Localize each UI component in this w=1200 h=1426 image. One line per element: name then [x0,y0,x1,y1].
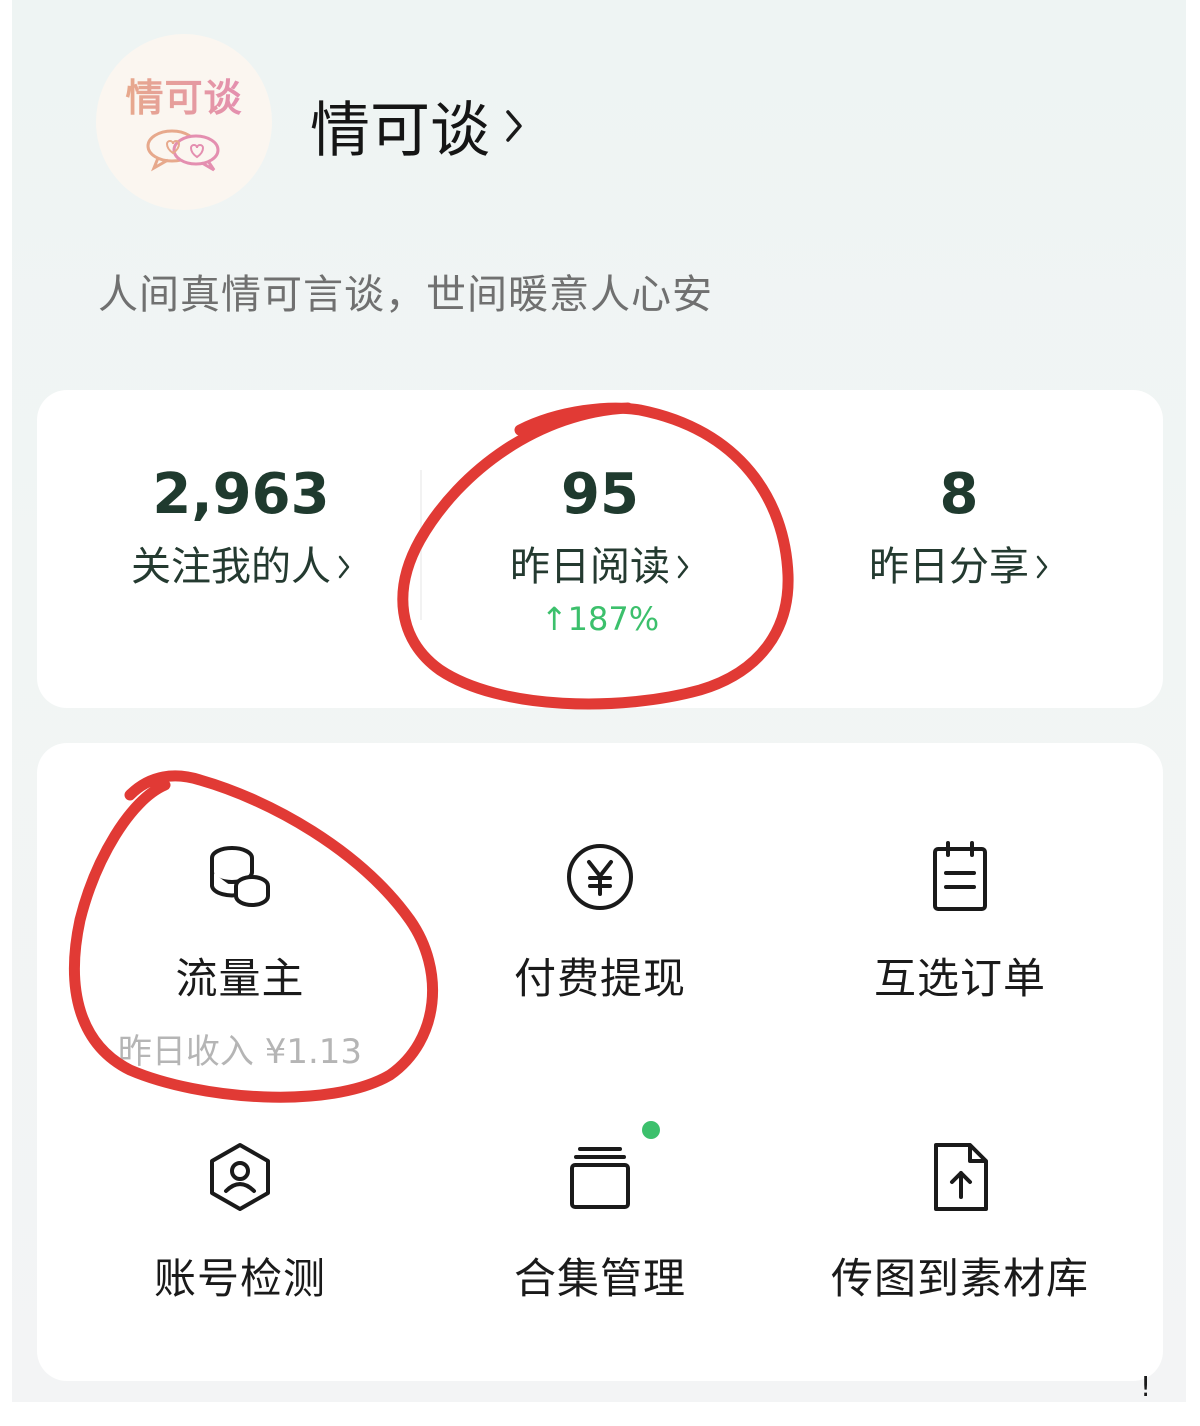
tool-upload-to-library[interactable]: 传图到素材库 [780,1141,1140,1306]
stat-growth-badge: ↑187% [540,600,660,638]
tool-icon-wrap [780,841,1140,913]
file-upload-icon [934,1143,988,1211]
stat-followers[interactable]: 2,963 关注我的人 [61,460,421,602]
screenshot-frame-bottom [0,1402,1200,1426]
tool-label: 合集管理 [513,1254,686,1303]
tool-icon-wrap [420,841,780,913]
chat-bubbles-icon [146,129,220,171]
tool-label: 流量主 [175,954,305,1003]
profile-name: 情可谈 [310,96,490,166]
stat-value: 8 [939,462,979,527]
tool-label: 互选订单 [873,954,1046,1003]
stat-label-row: 昨日阅读 [420,532,780,602]
avatar[interactable]: 情可谈 [96,34,272,210]
coins-icon [210,846,270,907]
chevron-right-icon [338,555,350,579]
tool-label: 传图到素材库 [830,1254,1089,1303]
tool-collection-management[interactable]: 合集管理 [420,1121,780,1306]
stat-label: 关注我的人 [131,544,331,590]
stat-yesterday-reads[interactable]: 95 昨日阅读 ↑187% [420,460,780,638]
stat-label: 昨日阅读 [510,544,670,590]
stats-card: 2,963 关注我的人 95 昨日阅读 ↑187% 8 昨日分享 [37,390,1163,708]
avatar-logo-text: 情可谈 [125,67,242,122]
tool-paid-withdrawal[interactable]: 付费提现 [420,841,780,1006]
stat-label-row: 昨日分享 [779,532,1139,602]
profile-name-link[interactable]: 情可谈 [310,82,524,169]
tool-icon-wrap [60,841,420,913]
tool-label: 账号检测 [153,1254,326,1303]
stat-label: 昨日分享 [869,544,1029,590]
stat-value: 95 [561,462,639,527]
tool-mutual-orders[interactable]: 互选订单 [780,841,1140,1006]
chevron-right-icon [1036,555,1048,579]
stat-yesterday-shares[interactable]: 8 昨日分享 [779,460,1139,602]
tool-account-check[interactable]: 账号检测 [60,1141,420,1306]
tool-icon-wrap [60,1141,420,1213]
hexagon-user-icon [210,1143,270,1211]
chevron-right-icon [677,555,689,579]
tool-label: 付费提现 [513,954,686,1003]
screenshot-frame-right [1186,0,1200,1426]
tool-icon-wrap [780,1141,1140,1213]
tool-traffic-owner[interactable]: 流量主 昨日收入 ¥1.13 [60,841,420,1073]
tool-icon-wrap [420,1121,780,1213]
tools-card: 流量主 昨日收入 ¥1.13 付费提现 互选订单 账号检测 合集管理 传图到素材… [37,743,1163,1381]
profile-bio: 人间真情可言谈，世间暖意人心安 [98,272,713,318]
corner-mark: ! [1140,1370,1152,1403]
clipboard-icon [933,841,987,911]
yuan-circle-icon [567,844,633,910]
chevron-right-icon [506,109,522,142]
stat-label-row: 关注我的人 [61,532,421,602]
tool-yesterday-income: 昨日收入 ¥1.13 [117,1032,363,1072]
new-badge-dot [642,1121,660,1139]
screenshot-frame-left [0,0,12,1426]
collection-icon [570,1147,630,1209]
stat-value: 2,963 [152,462,330,527]
